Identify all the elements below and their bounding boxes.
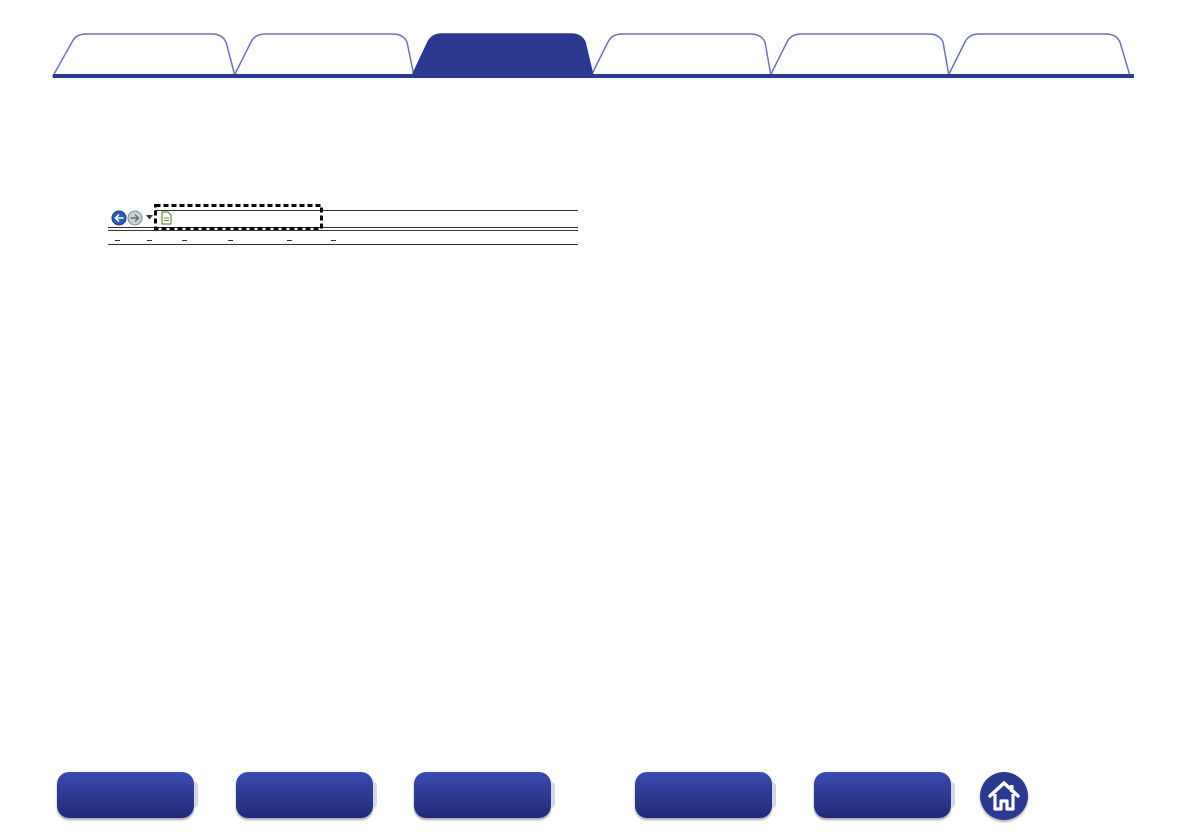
- home-button[interactable]: [980, 772, 1028, 820]
- bottom-nav-button-4[interactable]: [635, 772, 776, 818]
- menu-item-5[interactable]: [285, 234, 327, 244]
- tab-4-label: [591, 44, 771, 64]
- back-button[interactable]: [111, 210, 127, 226]
- bottom-nav-button-1[interactable]: [57, 772, 198, 818]
- menu-item-4[interactable]: [226, 234, 284, 244]
- tab-5-label: [770, 44, 949, 64]
- menu-item-2[interactable]: [145, 234, 177, 244]
- tab-4[interactable]: [591, 33, 771, 76]
- bottom-nav-button-5[interactable]: [814, 772, 955, 818]
- bottom-nav-button-3[interactable]: [414, 772, 555, 818]
- address-bar[interactable]: [174, 211, 319, 226]
- tab-2-label: [234, 44, 414, 64]
- history-dropdown-button[interactable]: [144, 212, 154, 222]
- menu-item-6[interactable]: [329, 234, 363, 244]
- bottom-nav-button-2[interactable]: [236, 772, 377, 818]
- tab-1-label: [53, 44, 235, 64]
- page-icon: [161, 211, 172, 225]
- tab-1[interactable]: [53, 33, 235, 76]
- tab-2[interactable]: [234, 33, 414, 76]
- tab-3[interactable]: [412, 33, 593, 76]
- forward-button[interactable]: [127, 210, 143, 226]
- tab-3-label: [412, 44, 593, 64]
- tab-5[interactable]: [770, 33, 949, 76]
- menu-item-1[interactable]: [112, 234, 142, 244]
- tab-6[interactable]: [948, 33, 1130, 76]
- home-icon: [988, 781, 1020, 811]
- menu-item-3[interactable]: [180, 234, 224, 244]
- tab-6-label: [948, 44, 1130, 64]
